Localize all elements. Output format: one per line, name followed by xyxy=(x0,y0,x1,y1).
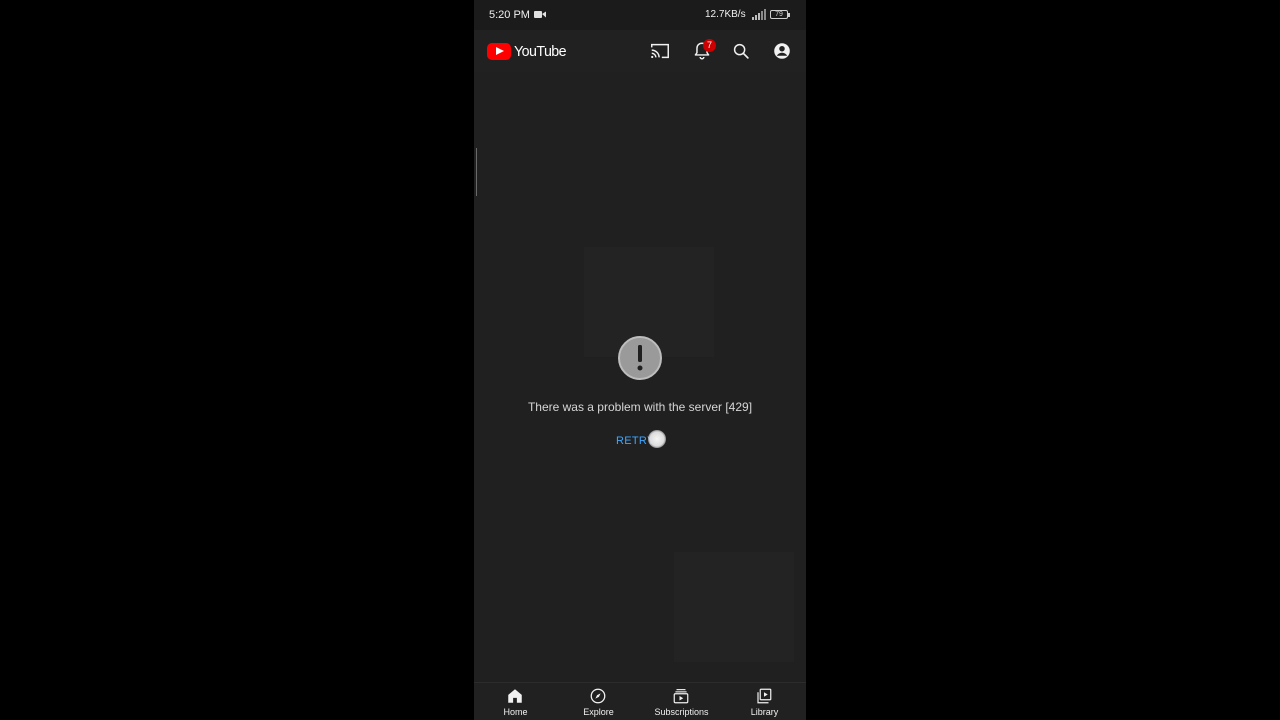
search-icon[interactable] xyxy=(730,40,752,62)
explore-icon xyxy=(590,688,606,704)
signal-icon xyxy=(752,9,766,20)
battery-icon: 79 xyxy=(770,10,790,19)
video-camera-icon xyxy=(534,11,546,18)
nav-label: Home xyxy=(503,707,528,717)
scroll-indicator xyxy=(476,148,477,196)
nav-explore[interactable]: Explore xyxy=(557,683,640,720)
home-icon xyxy=(508,689,522,703)
nav-home[interactable]: Home xyxy=(474,683,557,720)
library-icon xyxy=(757,688,772,704)
status-time: 5:20 PM xyxy=(489,9,530,21)
touch-indicator xyxy=(648,430,666,448)
nav-label: Explore xyxy=(583,707,614,717)
error-icon xyxy=(618,336,662,380)
notification-badge: 7 xyxy=(703,39,716,52)
nav-library[interactable]: Library xyxy=(723,683,806,720)
cast-icon[interactable] xyxy=(649,40,671,62)
error-message: There was a problem with the server [429… xyxy=(527,400,753,414)
background-placeholder xyxy=(674,552,794,662)
bottom-navigation: Home Explore Subscriptions Library xyxy=(474,682,806,720)
feed-content: There was a problem with the server [429… xyxy=(474,72,806,682)
nav-label: Library xyxy=(750,707,779,717)
account-icon[interactable] xyxy=(771,40,793,62)
app-bar: YouTube 7 xyxy=(474,30,806,72)
phone-screen: 5:20 PM 12.7KB/s 79 YouTube 7 There was … xyxy=(474,0,806,720)
subscriptions-icon xyxy=(673,689,689,704)
youtube-logo[interactable]: YouTube xyxy=(487,41,569,61)
logo-text: YouTube xyxy=(514,42,567,60)
network-speed: 12.7KB/s xyxy=(705,9,746,20)
youtube-play-icon xyxy=(487,42,511,60)
status-bar: 5:20 PM 12.7KB/s 79 xyxy=(474,0,806,30)
nav-label: Subscriptions xyxy=(654,707,709,717)
nav-subscriptions[interactable]: Subscriptions xyxy=(640,683,723,720)
